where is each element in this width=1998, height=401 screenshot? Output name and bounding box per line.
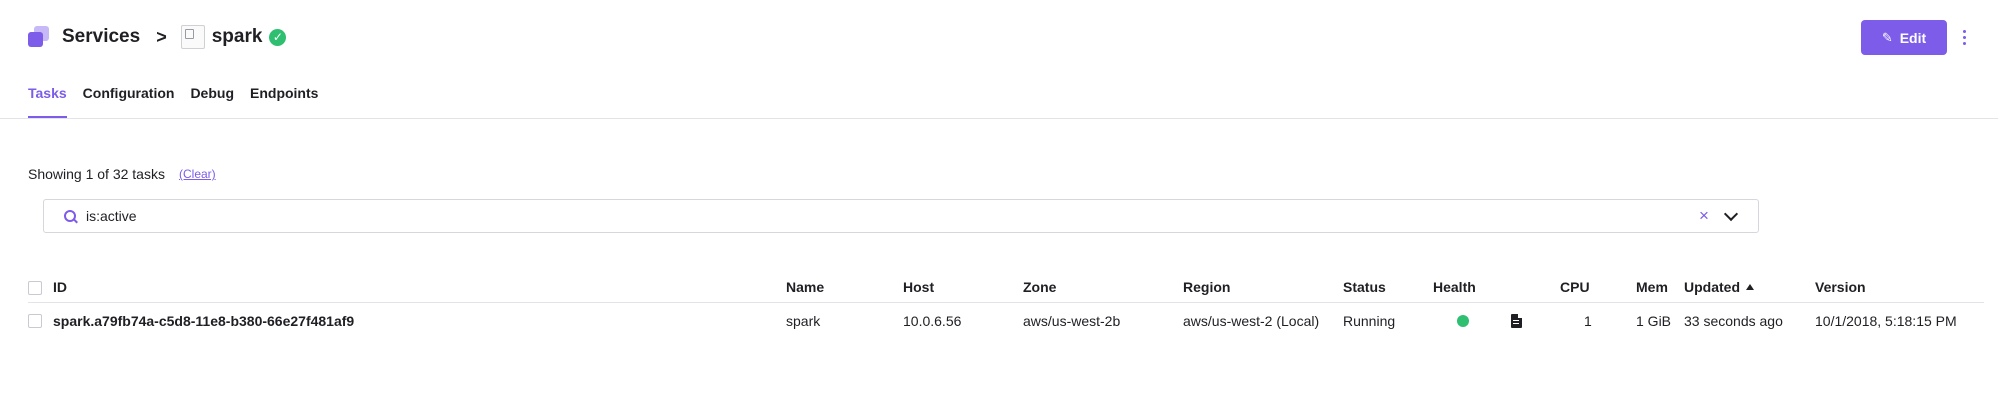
task-updated: 33 seconds ago (1684, 313, 1783, 329)
chevron-down-icon[interactable] (1723, 206, 1739, 221)
close-icon[interactable]: × (1696, 206, 1712, 226)
select-all-checkbox[interactable] (28, 281, 42, 295)
column-header-updated-label: Updated (1684, 279, 1740, 295)
column-header-host[interactable]: Host (903, 272, 934, 302)
tab-debug[interactable]: Debug (190, 80, 234, 118)
task-mem: 1 GiB (1636, 313, 1672, 329)
more-vertical-icon[interactable] (1957, 24, 1971, 50)
file-icon[interactable] (1511, 314, 1522, 328)
edit-button[interactable]: ✎ Edit (1861, 20, 1947, 55)
column-header-zone[interactable]: Zone (1023, 272, 1056, 302)
column-header-id[interactable]: ID (53, 272, 67, 302)
tab-tasks[interactable]: Tasks (28, 80, 67, 118)
tab-endpoints[interactable]: Endpoints (250, 80, 318, 118)
chevron-right-icon: > (156, 26, 167, 47)
tab-divider (0, 118, 1998, 119)
page-header: Services > spark ✓ ✎ Edit (0, 0, 1998, 72)
filter-summary-text: Showing 1 of 32 tasks (28, 166, 165, 182)
breadcrumb: Services > spark ✓ (28, 20, 287, 54)
task-name: spark (786, 313, 821, 329)
row-checkbox[interactable] (28, 314, 42, 328)
sort-ascending-icon (1746, 284, 1754, 291)
task-status: Running (1343, 313, 1396, 329)
service-image-icon (180, 25, 205, 49)
services-icon[interactable] (28, 26, 50, 48)
column-header-mem[interactable]: Mem (1636, 272, 1668, 302)
table-header: ID Name Host Zone Region Status Health C… (28, 272, 1984, 303)
column-header-cpu[interactable]: CPU (1560, 272, 1590, 302)
column-header-health[interactable]: Health (1433, 272, 1476, 302)
health-dot-icon (1457, 315, 1469, 327)
search-input[interactable] (86, 208, 1696, 224)
task-id-link[interactable]: spark.a79fb74a-c5d8-11e8-b380-66e27f481a… (53, 303, 354, 339)
filter-summary: Showing 1 of 32 tasks (Clear) (28, 166, 216, 182)
pencil-icon: ✎ (1881, 29, 1893, 45)
tab-bar: Tasks Configuration Debug Endpoints (28, 80, 334, 118)
tab-configuration[interactable]: Configuration (83, 80, 175, 118)
breadcrumb-services-link[interactable]: Services (62, 26, 140, 48)
tasks-table: ID Name Host Zone Region Status Health C… (28, 272, 1984, 339)
task-host: 10.0.6.56 (903, 313, 962, 329)
column-header-status[interactable]: Status (1343, 272, 1386, 302)
task-version: 10/1/2018, 5:18:15 PM (1815, 313, 1957, 329)
check-circle-icon: ✓ (269, 28, 287, 46)
task-region: aws/us-west-2 (Local) (1183, 313, 1320, 329)
edit-button-label: Edit (1899, 29, 1927, 46)
search-icon (64, 210, 76, 222)
column-header-region[interactable]: Region (1183, 272, 1230, 302)
column-header-name[interactable]: Name (786, 272, 824, 302)
filter-search-bar[interactable]: × (43, 199, 1759, 233)
column-header-version[interactable]: Version (1815, 272, 1866, 302)
column-header-updated[interactable]: Updated (1684, 272, 1754, 302)
task-cpu: 1 (1584, 313, 1592, 329)
clear-filter-link[interactable]: (Clear) (179, 167, 216, 181)
table-row[interactable]: spark.a79fb74a-c5d8-11e8-b380-66e27f481a… (28, 303, 1984, 339)
task-zone: aws/us-west-2b (1023, 313, 1121, 329)
service-name: spark (211, 26, 263, 47)
